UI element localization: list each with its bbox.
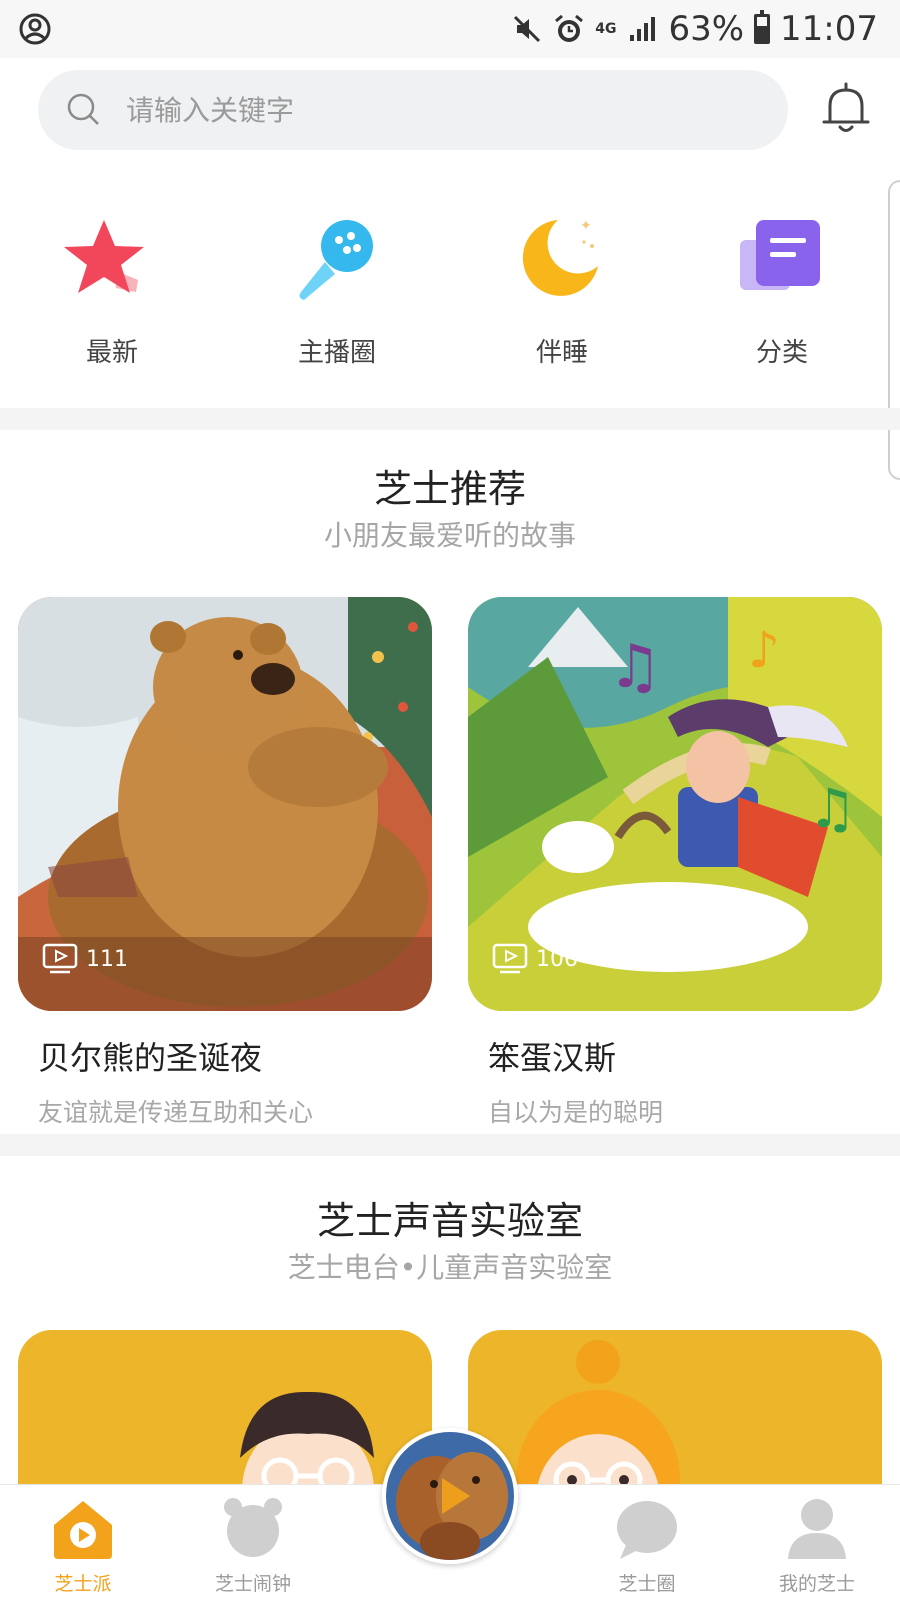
section-title: 芝士声音实验室: [316, 1199, 583, 1243]
story-cover[interactable]: ♫ ♪ ♫ 106: [468, 597, 882, 1011]
category-label: 分类: [755, 338, 808, 368]
bell-icon[interactable]: [818, 80, 874, 138]
document-icon: [740, 220, 820, 290]
tab-zhishi-pai[interactable]: 芝士派: [8, 1495, 158, 1596]
search-bar[interactable]: [38, 70, 788, 150]
story-title: 笨蛋汉斯: [488, 1039, 617, 1077]
svg-text:✦: ✦: [580, 218, 592, 234]
alarm-icon: [555, 14, 584, 42]
now-playing-button[interactable]: [382, 1428, 518, 1564]
play-count: 111: [42, 943, 128, 975]
user-icon: [788, 1499, 846, 1559]
story-card-bear[interactable]: 111 贝尔熊的圣诞夜 友谊就是传递互助和关心: [18, 597, 432, 1129]
microphone-icon: [299, 220, 373, 300]
home-play-icon: [54, 1501, 112, 1559]
video-count-icon: [492, 943, 528, 974]
play-count: 106: [492, 943, 578, 975]
star-icon: [64, 220, 144, 293]
category-anchor-circle[interactable]: 主播圈: [237, 200, 437, 369]
search-input[interactable]: [126, 93, 726, 127]
story-title: 贝尔熊的圣诞夜: [38, 1039, 263, 1077]
signal-icon: [630, 17, 656, 41]
video-count-icon: [42, 943, 78, 974]
story-card-hans[interactable]: ♫ ♪ ♫ 106 笨蛋汉斯 自以为是的聪明: [468, 597, 882, 1129]
network-type: 4G: [595, 21, 617, 37]
category-classify[interactable]: 分类: [682, 200, 882, 369]
tab-label: 我的芝士: [778, 1573, 855, 1595]
category-label: 伴睡: [535, 338, 588, 368]
play-count-value: 106: [536, 946, 578, 972]
story-cover[interactable]: 111: [18, 597, 432, 1011]
battery-percent: 63%: [668, 9, 745, 49]
tab-label: 芝士圈: [618, 1573, 676, 1595]
tab-label: 芝士闹钟: [214, 1573, 291, 1595]
svg-text:♫: ♫: [808, 777, 856, 840]
play-count-value: 111: [86, 946, 128, 972]
battery-icon: [754, 10, 771, 44]
section-divider: [0, 1134, 900, 1156]
clock-time: 11:07: [780, 9, 878, 49]
search-icon: [67, 93, 99, 125]
svg-text:♫: ♫: [608, 632, 662, 702]
mute-icon: [514, 15, 541, 43]
category-label: 主播圈: [297, 338, 376, 368]
moon-icon: ✦: [522, 218, 598, 296]
now-playing-cover: [386, 1432, 514, 1560]
category-sleep[interactable]: ✦ 伴睡: [462, 200, 662, 369]
category-latest[interactable]: 最新: [12, 200, 212, 369]
tab-zhishi-circle[interactable]: 芝士圈: [572, 1495, 722, 1596]
section-title: 芝士推荐: [373, 467, 526, 511]
category-row: 最新 主播圈 ✦ 伴睡 分类: [0, 200, 900, 400]
category-label: 最新: [85, 338, 138, 368]
svg-text:♪: ♪: [748, 621, 780, 679]
alarm-clock-icon: [224, 1498, 282, 1557]
section-subtitle: 芝士电台•儿童声音实验室: [287, 1251, 613, 1284]
section-divider: [0, 408, 900, 430]
story-subtitle: 友谊就是传递互助和关心: [38, 1098, 314, 1127]
account-circle-icon: [19, 13, 51, 45]
story-subtitle: 自以为是的聪明: [488, 1098, 664, 1127]
status-bar: 4G 63% 11:07: [0, 0, 900, 58]
tab-zhishi-alarm[interactable]: 芝士闹钟: [178, 1495, 328, 1596]
section-subtitle: 小朋友最爱听的故事: [323, 519, 576, 552]
tab-label: 芝士派: [54, 1573, 112, 1595]
chat-bubble-icon: [617, 1501, 677, 1559]
tab-my-zhishi[interactable]: 我的芝士: [742, 1495, 892, 1596]
